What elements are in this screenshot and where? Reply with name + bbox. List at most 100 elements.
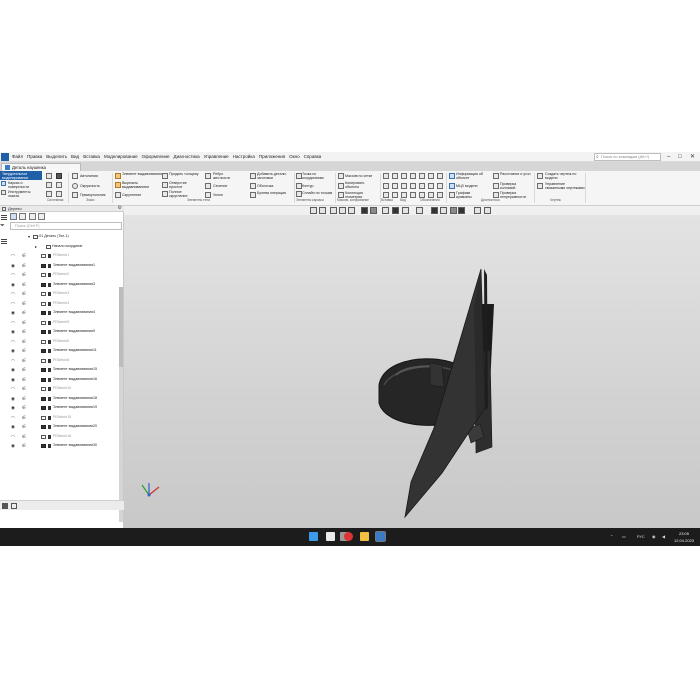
highlight-icon[interactable] xyxy=(450,207,457,214)
dependency-icon[interactable]: ∈ xyxy=(22,253,26,258)
start-icon[interactable] xyxy=(309,532,318,541)
visibility-eye-icon[interactable]: ◠ xyxy=(11,291,15,296)
menu-formatting[interactable]: Оформление xyxy=(142,154,170,159)
rectangle-icon[interactable] xyxy=(72,192,78,198)
full-fillet-icon[interactable] xyxy=(162,191,168,197)
dependency-icon[interactable]: ∈ xyxy=(22,434,26,439)
tree-row[interactable]: ◠ ∈ PlSketch2 xyxy=(10,270,120,280)
tray-app-icon[interactable]: ▭ xyxy=(622,534,626,539)
dependency-icon[interactable]: ∈ xyxy=(22,263,26,268)
insert-icon-3[interactable] xyxy=(401,173,407,179)
tree-row[interactable]: ◉ ∈ Элемент выдавливания9 xyxy=(10,327,120,337)
visibility-eye-icon[interactable]: ◉ xyxy=(11,329,15,334)
tree-row[interactable]: ◉ ∈ Элемент выдавливания18 xyxy=(10,394,120,404)
view-icon-2[interactable] xyxy=(392,183,398,189)
section-button[interactable]: Сечение xyxy=(213,184,227,188)
menu-select[interactable]: Выделить xyxy=(46,154,67,159)
undo-icon[interactable] xyxy=(46,191,52,197)
close-window-icon[interactable]: ✕ xyxy=(690,153,695,161)
tree-search-input[interactable]: Поиск (Ctrl+F) xyxy=(10,222,122,230)
mesh-array-icon[interactable] xyxy=(338,173,344,179)
dependency-icon[interactable]: ∈ xyxy=(22,415,26,420)
dependency-icon[interactable]: ∈ xyxy=(22,443,26,448)
measure-icon[interactable] xyxy=(474,207,481,214)
menu-edit[interactable]: Правка xyxy=(27,154,42,159)
layers-view-icon[interactable] xyxy=(29,213,36,220)
tree-row[interactable]: ◉ ∈ Элемент выдавливания1 xyxy=(10,261,120,271)
dependency-icon[interactable]: ∈ xyxy=(22,291,26,296)
dependency-icon[interactable]: ∈ xyxy=(22,310,26,315)
gear-icon[interactable]: ⚙ xyxy=(118,205,122,211)
tree-row[interactable]: ◉ ∈ Элемент выдавливания3 xyxy=(10,280,120,290)
mesh-array-button[interactable]: Массив по сетке xyxy=(345,174,372,178)
print-icon[interactable] xyxy=(56,182,62,188)
dependency-icon[interactable]: ∈ xyxy=(22,367,26,372)
display-mode-icon[interactable] xyxy=(361,207,368,214)
menu-window[interactable]: Окно xyxy=(289,154,299,159)
collision-check-button[interactable]: Проверка коллизий xyxy=(500,182,530,190)
spline-button[interactable]: Сплайн по точкам xyxy=(302,191,334,195)
3d-viewport[interactable] xyxy=(124,215,700,528)
settings-view-icon[interactable] xyxy=(484,207,491,214)
extrude-icon[interactable] xyxy=(115,173,121,179)
manage-drawings-icon[interactable] xyxy=(537,183,543,189)
zoom-fit-icon[interactable] xyxy=(310,207,317,214)
visibility-eye-icon[interactable]: ◉ xyxy=(11,367,15,372)
tree-origin-row[interactable]: ▸ Начало координат xyxy=(10,242,120,252)
dependency-icon[interactable]: ∈ xyxy=(22,329,26,334)
cut-extrude-icon[interactable] xyxy=(115,182,121,188)
dependency-icon[interactable]: ∈ xyxy=(22,339,26,344)
tree-row[interactable]: ◉ ∈ Элемент выдавливания30 xyxy=(10,441,120,451)
visibility-eye-icon[interactable]: ◠ xyxy=(11,386,15,391)
object-info-icon[interactable] xyxy=(449,173,455,179)
collapse-arrow-icon[interactable]: ▸ xyxy=(35,242,37,251)
continuity-check-button[interactable]: Проверка непрерывности xyxy=(500,191,536,199)
hole-icon[interactable] xyxy=(162,182,168,188)
filter-icon[interactable]: ⏷ xyxy=(0,223,5,229)
distance-angle-button[interactable]: Расстояние и угол xyxy=(500,172,534,176)
new-doc-icon[interactable] xyxy=(46,173,52,179)
tree-row[interactable]: ◉ ∈ Элемент выдавливания19 xyxy=(10,403,120,413)
mode-sketch-tools-label[interactable]: Инструменты эскиза xyxy=(8,190,42,198)
shell-icon[interactable] xyxy=(250,183,256,189)
boolean-icon[interactable] xyxy=(250,192,256,198)
maximize-icon[interactable]: □ xyxy=(678,153,682,161)
properties-tab-icon[interactable] xyxy=(11,503,17,509)
task-view-icon[interactable] xyxy=(326,532,335,541)
kompas-taskbar-icon[interactable] xyxy=(375,531,386,542)
tree-scrollbar[interactable] xyxy=(119,287,123,522)
tree-row[interactable]: ◠ ∈ PlSketch5 xyxy=(10,318,120,328)
distance-angle-icon[interactable] xyxy=(493,173,499,179)
circle-icon[interactable] xyxy=(72,183,78,189)
tree-row[interactable]: ◉ ∈ Элемент выдавливания20 xyxy=(10,422,120,432)
visibility-eye-icon[interactable]: ◠ xyxy=(11,339,15,344)
yandex-browser-icon[interactable] xyxy=(344,532,353,541)
section-icon[interactable] xyxy=(205,183,211,189)
point-button[interactable]: Точка по координатам xyxy=(302,172,334,180)
save-icon[interactable] xyxy=(46,182,52,188)
command-search-input[interactable]: ⌕ Поиск по командам (Alt+/) xyxy=(594,153,661,161)
view-icon-6[interactable] xyxy=(428,183,434,189)
visibility-eye-icon[interactable]: ◠ xyxy=(11,253,15,258)
dependency-icon[interactable]: ∈ xyxy=(22,272,26,277)
dependency-icon[interactable]: ∈ xyxy=(22,320,26,325)
slope-button[interactable]: Уклон xyxy=(213,193,223,197)
add-parts-button[interactable]: Добавить детали-заготовки xyxy=(257,172,293,180)
menu-diagnostics[interactable]: Диагностика xyxy=(174,154,200,159)
list-view-icon[interactable] xyxy=(38,213,45,220)
render-icon[interactable] xyxy=(431,207,438,214)
document-tab[interactable]: Деталь наушника xyxy=(1,163,81,171)
visibility-eye-icon[interactable]: ◠ xyxy=(11,358,15,363)
tree-row[interactable]: ◉ ∈ Элемент выдавливания4 xyxy=(10,308,120,318)
tray-arrow-icon[interactable]: ⌃ xyxy=(610,534,613,539)
mcx-button[interactable]: МЦХ модели xyxy=(456,184,478,188)
hole-button[interactable]: Отверстие простое xyxy=(169,181,201,189)
visibility-eye-icon[interactable]: ◉ xyxy=(11,282,15,287)
zoom-window-icon[interactable] xyxy=(319,207,326,214)
tree-row[interactable]: ◠ ∈ PlSketch3 xyxy=(10,289,120,299)
section-view-icon[interactable] xyxy=(382,207,389,214)
dependency-icon[interactable]: ∈ xyxy=(22,424,26,429)
mcx-icon[interactable] xyxy=(449,183,455,189)
rib-icon[interactable] xyxy=(205,173,211,179)
cut-extrude-button[interactable]: Вырезать выдавливанием xyxy=(122,181,162,189)
